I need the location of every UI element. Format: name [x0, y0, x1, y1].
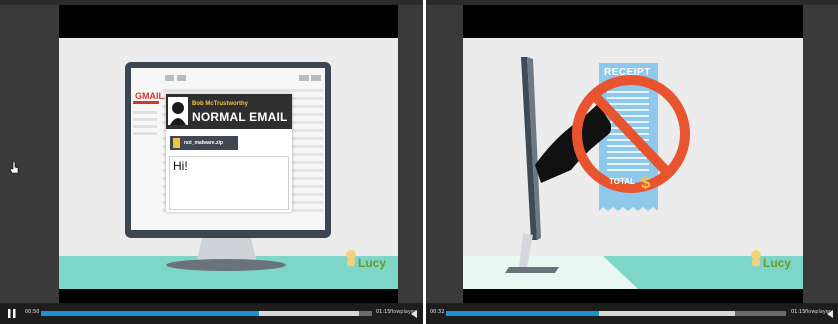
video-frame[interactable]: GMAIL Bob McTrustworthy NORMAL EMAIL not…	[59, 5, 398, 303]
buffer-bar	[599, 311, 735, 316]
progress-fill	[446, 311, 599, 316]
attachment-chip: not_malware.zip	[170, 136, 238, 150]
progress-track[interactable]	[446, 311, 786, 316]
video-frame[interactable]: RECEIPT TOTAL $ Lucy	[463, 5, 803, 303]
lucy-logo-icon	[346, 250, 356, 266]
lucy-watermark: Lucy	[763, 256, 792, 270]
player-side-panel-right	[803, 5, 838, 303]
hand-cursor-icon	[10, 162, 19, 174]
lucy-logo-icon	[751, 250, 761, 266]
duration: 01:15	[791, 309, 806, 315]
email-body-box: Hi!	[169, 156, 289, 210]
email-subject: NORMAL EMAIL	[192, 110, 288, 124]
attachment-name: not_malware.zip	[184, 140, 223, 146]
pause-icon[interactable]	[8, 309, 16, 318]
lucy-watermark: Lucy	[358, 256, 387, 270]
sender-avatar-icon	[168, 97, 188, 125]
current-time: 00:32	[430, 309, 445, 315]
email-body-text: Hi!	[173, 159, 188, 173]
zip-file-icon	[173, 138, 180, 148]
progress-track[interactable]	[41, 311, 372, 316]
player-side-panel-left	[426, 5, 463, 303]
currency-icon: $	[641, 173, 651, 192]
email-popup: Bob McTrustworthy NORMAL EMAIL not_malwa…	[166, 94, 292, 212]
volume-icon[interactable]	[411, 310, 417, 318]
sender-name: Bob McTrustworthy	[192, 101, 249, 107]
video-player-right[interactable]: RECEIPT TOTAL $ Lucy 00:32 01:15 flowpla…	[426, 0, 838, 324]
buffer-bar	[259, 311, 359, 316]
control-bar: 00:32 01:15 flowplayer	[426, 303, 838, 324]
video-player-left[interactable]: GMAIL Bob McTrustworthy NORMAL EMAIL not…	[0, 0, 423, 324]
progress-fill	[41, 311, 260, 316]
player-side-panel-left	[0, 5, 59, 303]
email-header: Bob McTrustworthy NORMAL EMAIL	[166, 94, 292, 129]
current-time: 00:50	[25, 309, 40, 315]
player-side-panel-right	[398, 5, 423, 303]
duration: 01:15	[376, 309, 391, 315]
receipt-total-label: TOTAL	[609, 177, 635, 186]
volume-icon[interactable]	[827, 310, 833, 318]
receipt-title: RECEIPT	[604, 67, 651, 78]
gmail-logo-text: GMAIL	[135, 91, 164, 101]
control-bar: 00:50 01:15 flowplayer	[0, 303, 423, 324]
